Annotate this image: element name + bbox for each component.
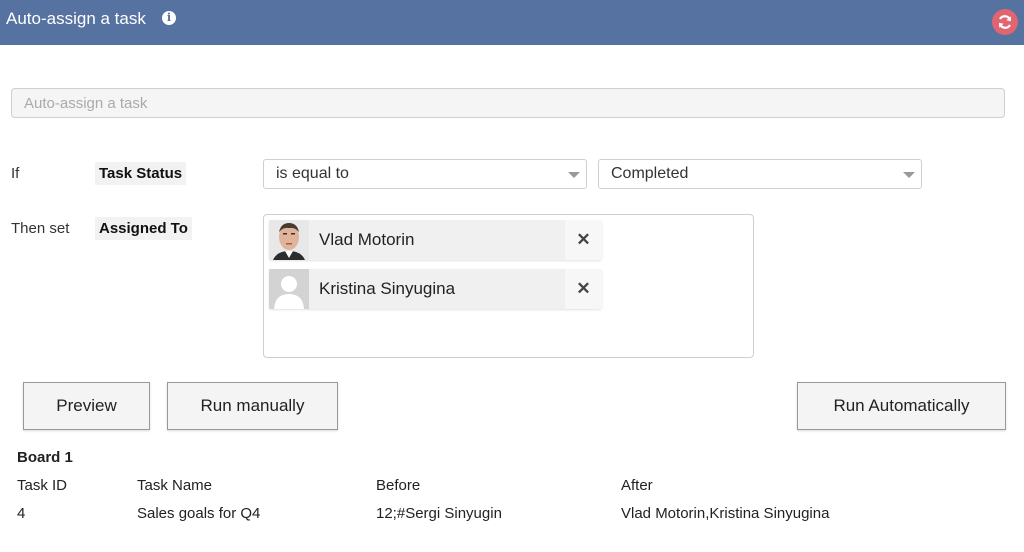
info-icon[interactable]: i [162, 11, 176, 25]
close-icon[interactable]: ✕ [565, 269, 602, 309]
avatar [269, 220, 309, 260]
before-cell: 12;#Sergi Sinyugin [376, 505, 502, 522]
after-cell: Vlad Motorin,Kristina Sinyugina [621, 505, 830, 522]
action-field-tag: Assigned To [95, 217, 192, 240]
dialog-header: Auto-assign a task i [0, 0, 1024, 45]
operator-value: is equal to [276, 165, 349, 182]
preview-button[interactable]: Preview [23, 382, 150, 430]
task-name-cell: Sales goals for Q4 [137, 505, 261, 522]
column-header-before: Before [376, 477, 421, 494]
person-chip: Vlad Motorin ✕ [269, 220, 602, 260]
operator-select[interactable]: is equal to [263, 159, 587, 189]
dialog-title: Auto-assign a task [6, 9, 146, 28]
board-title: Board 1 [17, 449, 73, 466]
close-icon[interactable]: ✕ [565, 220, 602, 260]
if-label: If [11, 165, 20, 182]
run-automatically-button[interactable]: Run Automatically [797, 382, 1006, 430]
column-header-task-name: Task Name [137, 477, 213, 494]
person-name: Kristina Sinyugina [319, 279, 456, 298]
then-set-label: Then set [11, 220, 70, 237]
rule-name-input[interactable] [11, 88, 1005, 118]
avatar [269, 269, 309, 309]
column-header-task-id: Task ID [17, 477, 68, 494]
condition-value-select[interactable]: Completed [598, 159, 922, 189]
chevron-down-icon [568, 172, 580, 178]
column-header-after: After [621, 477, 653, 494]
people-picker[interactable]: Vlad Motorin ✕ Kristina Sinyugina ✕ [263, 214, 754, 358]
person-name: Vlad Motorin [319, 230, 415, 249]
task-id-cell: 4 [17, 505, 26, 522]
condition-field-tag: Task Status [95, 162, 187, 185]
refresh-icon[interactable] [992, 9, 1018, 35]
chevron-down-icon [903, 172, 915, 178]
condition-value: Completed [611, 165, 689, 182]
run-manually-button[interactable]: Run manually [167, 382, 338, 430]
person-chip: Kristina Sinyugina ✕ [269, 269, 602, 309]
